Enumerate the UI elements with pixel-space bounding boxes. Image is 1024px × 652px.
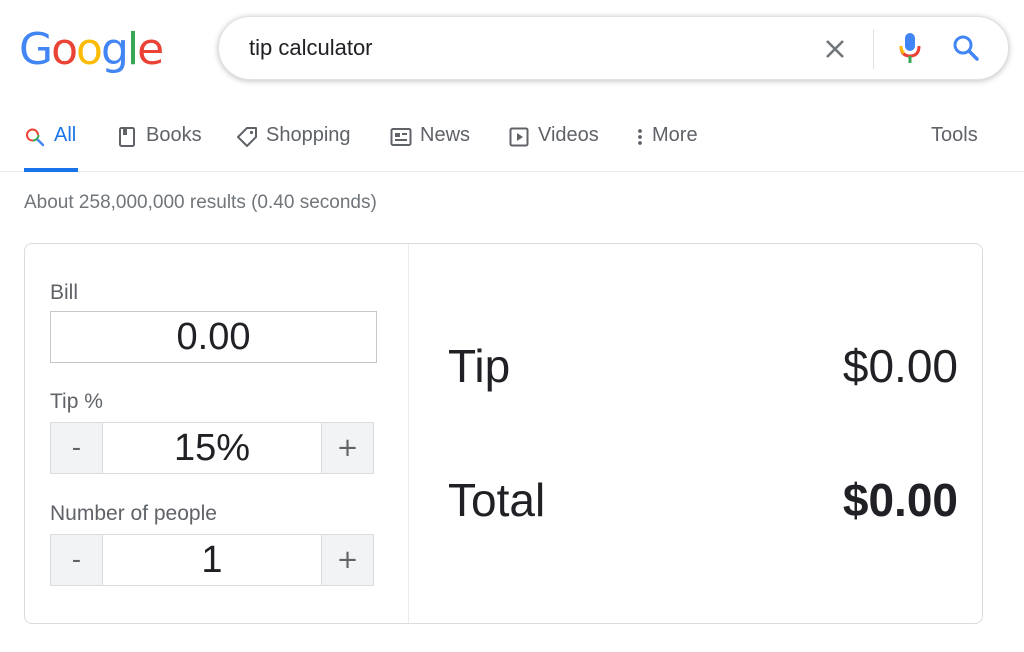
tab-label: News: [420, 124, 471, 146]
tab-more[interactable]: More: [634, 124, 698, 172]
search-divider: [873, 29, 874, 69]
search-input[interactable]: [249, 17, 809, 79]
tip-decrease-button[interactable]: -: [50, 422, 103, 474]
tip-increase-button[interactable]: +: [321, 422, 374, 474]
bill-input[interactable]: [50, 311, 377, 363]
tab-label: Videos: [538, 124, 599, 146]
people-increase-button[interactable]: +: [321, 534, 374, 586]
result-stats: About 258,000,000 results (0.40 seconds): [24, 192, 377, 213]
tip-percent-stepper: - 15% +: [50, 422, 374, 474]
logo-letter: o: [51, 24, 78, 75]
tip-output-value: $0.00: [842, 340, 958, 392]
clear-search-button[interactable]: [819, 33, 851, 65]
tag-icon: [236, 126, 258, 148]
google-logo[interactable]: Google: [19, 24, 164, 75]
search-icon: [24, 126, 46, 148]
people-stepper: - 1 +: [50, 534, 374, 586]
tip-output-label: Tip: [448, 340, 511, 392]
tab-books[interactable]: Books: [116, 124, 202, 172]
play-icon: [508, 126, 530, 148]
tab-label: Books: [146, 124, 202, 146]
logo-letter: o: [76, 24, 103, 75]
newspaper-icon: [390, 126, 412, 148]
search-tabs: All Books Shopping News Videos More Tool…: [0, 110, 1024, 172]
tab-all[interactable]: All: [24, 124, 78, 172]
search-button[interactable]: [949, 31, 983, 65]
people-decrease-button[interactable]: -: [50, 534, 103, 586]
bill-label: Bill: [50, 281, 79, 304]
calculator-outputs: Tip $0.00 Total $0.00: [409, 244, 982, 623]
tab-label: Shopping: [266, 124, 351, 146]
search-icon: [953, 35, 979, 61]
more-vert-icon: [634, 126, 646, 148]
tip-calculator-card: Bill Tip % - 15% + Number of people - 1 …: [24, 243, 983, 624]
close-icon: [826, 40, 844, 58]
tab-label: All: [54, 124, 77, 146]
tab-news[interactable]: News: [390, 124, 470, 172]
total-output-label: Total: [448, 474, 546, 526]
tip-percent-value[interactable]: 15%: [103, 422, 321, 474]
logo-letter: G: [19, 24, 53, 75]
people-value[interactable]: 1: [103, 534, 321, 586]
people-label: Number of people: [50, 502, 217, 525]
tab-videos[interactable]: Videos: [508, 124, 599, 172]
tools-button[interactable]: Tools: [931, 124, 978, 147]
logo-letter: l: [126, 24, 139, 75]
microphone-icon: [899, 33, 921, 63]
logo-letter: g: [100, 24, 129, 75]
search-box: [218, 16, 1009, 80]
tab-label: More: [652, 124, 698, 146]
voice-search-button[interactable]: [894, 31, 926, 65]
total-output-value: $0.00: [842, 474, 958, 526]
book-icon: [116, 126, 138, 148]
calculator-inputs: Bill Tip % - 15% + Number of people - 1 …: [25, 244, 409, 623]
tip-percent-label: Tip %: [50, 390, 103, 413]
logo-letter: e: [137, 24, 164, 75]
tab-shopping[interactable]: Shopping: [236, 124, 351, 172]
